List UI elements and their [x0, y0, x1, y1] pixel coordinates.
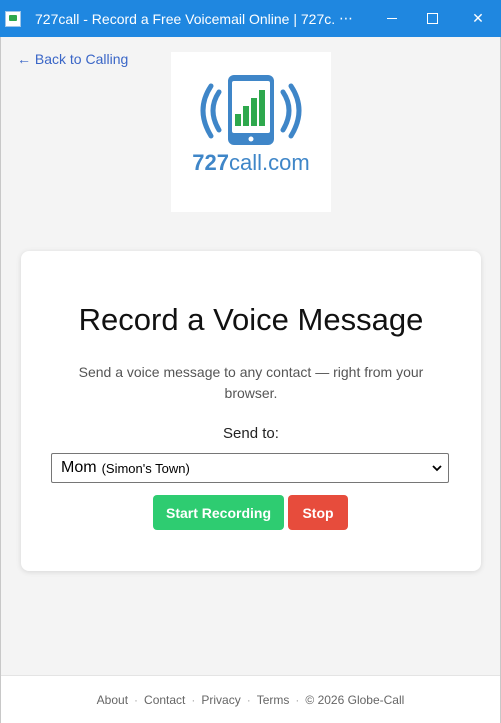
phone-signal-icon [200, 75, 302, 145]
start-recording-button[interactable]: Start Recording [153, 495, 284, 530]
card-description: Send a voice message to any contact — ri… [78, 364, 424, 401]
window-title: 727call - Record a Free Voicemail Online… [35, 11, 335, 27]
footer-links: About · Contact · Privacy · Terms · © 2026 Globe… [1, 693, 500, 707]
page-title: Record a Voice Message [78, 302, 424, 337]
footer: About · Contact · Privacy · Terms · © 2026 Globe… [1, 675, 500, 723]
stop-button[interactable]: Stop [288, 495, 348, 530]
chevron-down-icon [432, 465, 442, 472]
send-to-label: Send to: [223, 425, 279, 442]
footer-copyright: © 2026 Globe-Call [305, 693, 405, 707]
footer-link-about[interactable]: About [97, 693, 128, 707]
record-message-card: Record a Voice Message Send a voice mess… [21, 251, 481, 571]
footer-separator: · [295, 693, 300, 707]
footer-separator: · [246, 693, 251, 707]
maximize-button[interactable] [409, 0, 455, 37]
selected-contact-name: Mom [61, 459, 97, 476]
footer-separator: · [191, 693, 196, 707]
footer-link-privacy[interactable]: Privacy [201, 693, 240, 707]
footer-link-terms[interactable]: Terms [257, 693, 290, 707]
contact-select[interactable]: Mom (Simon's Town) [51, 453, 449, 483]
back-to-calling-link[interactable]: ← Back to Calling [17, 51, 128, 67]
footer-separator: · [134, 693, 139, 707]
window-frame-left [0, 37, 1, 723]
logo: 727call.com [171, 52, 331, 212]
selected-contact-place: (Simon's Town) [101, 460, 190, 476]
footer-link-contact[interactable]: Contact [144, 693, 185, 707]
maximize-icon [426, 13, 438, 24]
app-icon [5, 11, 21, 27]
logo-text: 727call.com [171, 150, 331, 176]
logo-text-bold: 727 [192, 150, 230, 175]
window-title-bar: 727call - Record a Free Voicemail Online… [0, 0, 501, 37]
more-options-icon[interactable]: ⋯ [323, 0, 369, 37]
logo-text-light: call.com [229, 150, 310, 175]
minimize-icon [387, 18, 397, 19]
close-button[interactable]: ✕ [455, 0, 501, 37]
